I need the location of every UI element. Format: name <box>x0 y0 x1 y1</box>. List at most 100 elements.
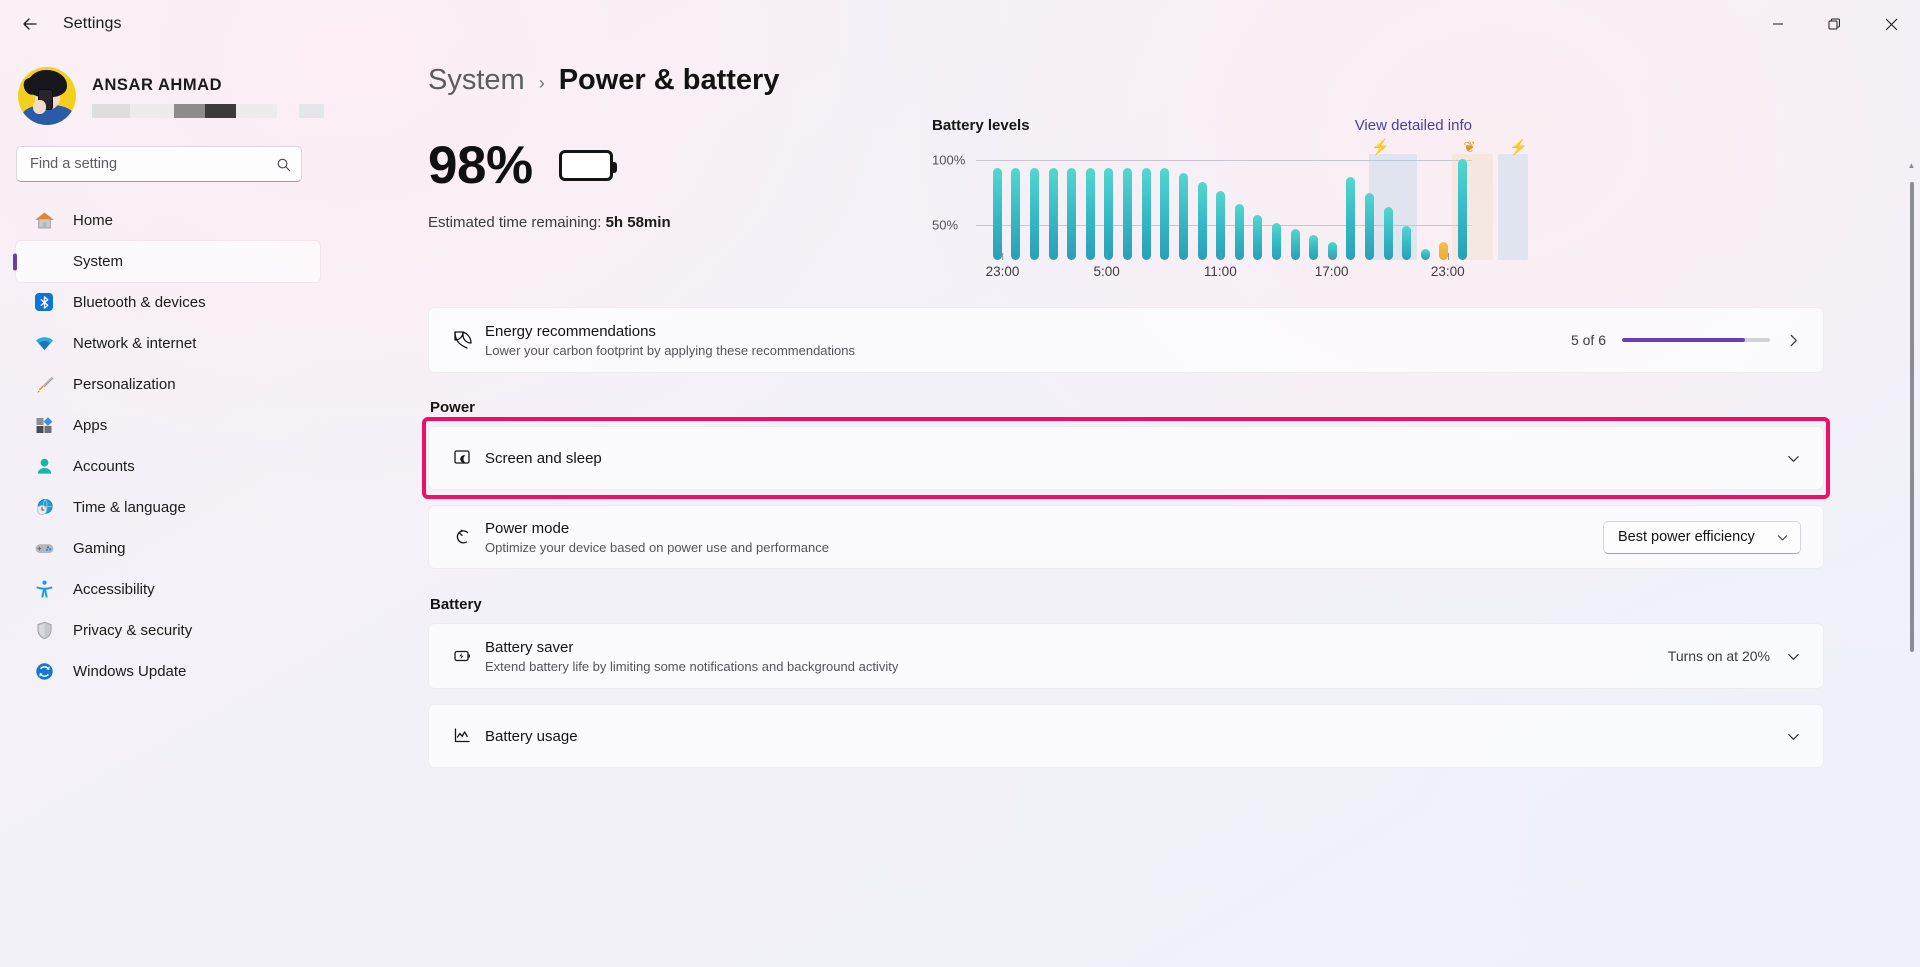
sidebar-item-personalization[interactable]: Personalization <box>16 364 320 405</box>
chart-bar <box>1100 148 1119 260</box>
profile-email-redacted <box>92 103 324 118</box>
x-tick-label: 11:00 <box>1203 253 1237 279</box>
energy-recommendations-card[interactable]: Energy recommendations Lower your carbon… <box>428 307 1824 373</box>
power-mode-dropdown[interactable]: Best power efficiency <box>1603 520 1801 554</box>
bluetooth-icon <box>34 292 55 313</box>
main-content: System › Power & battery 98% Estimated t… <box>332 48 1920 967</box>
battery-hero: 98% Estimated time remaining: 5h 58min B… <box>332 97 1920 295</box>
chevron-down-icon[interactable] <box>1786 729 1801 744</box>
settings-window: Settings ANSAR AHMAD Find a setting Home… <box>0 0 1920 967</box>
battery-saver-icon <box>451 644 485 668</box>
chart-bar <box>1435 148 1454 260</box>
minimize-icon <box>1772 23 1783 25</box>
sidebar-item-bluetooth-devices[interactable]: Bluetooth & devices <box>16 282 320 323</box>
chart-x-axis: 23:00 5:00 11:00 17:00 23:00 <box>985 253 1472 288</box>
recommendations-count: 5 of 6 <box>1570 332 1606 348</box>
x-tick-label: 23:00 <box>985 253 1020 279</box>
system-icon <box>34 251 55 272</box>
chart-band-charging <box>1498 154 1528 260</box>
power-mode-row[interactable]: Power mode Optimize your device based on… <box>428 505 1824 569</box>
chart-bar <box>1323 148 1342 260</box>
profile-name: ANSAR AHMAD <box>92 75 223 94</box>
scrollbar-track[interactable]: ▲ <box>1907 158 1916 958</box>
chart-bar <box>1453 148 1472 260</box>
sidebar-item-accessibility[interactable]: Accessibility <box>16 569 320 610</box>
sidebar-item-label: Time & language <box>73 499 186 516</box>
sidebar-item-gaming[interactable]: Gaming <box>16 528 320 569</box>
sidebar-item-network-internet[interactable]: Network & internet <box>16 323 320 364</box>
chart-bar <box>1379 148 1398 260</box>
card-title: Energy recommendations <box>485 322 656 340</box>
apps-icon <box>34 415 55 436</box>
sidebar: ANSAR AHMAD Find a setting Home System B… <box>0 48 332 967</box>
close-icon <box>1885 18 1898 30</box>
battery-levels-chart: Battery levels View detailed info 100% 5… <box>932 117 1528 279</box>
card-title: Screen and sleep <box>485 449 602 467</box>
window-controls <box>1749 0 1920 48</box>
estimate-value: 5h 58min <box>605 214 671 231</box>
app-title: Settings <box>63 15 122 32</box>
card-subtitle: Extend battery life by limiting some not… <box>485 658 899 674</box>
chart-bar <box>1304 148 1323 260</box>
x-tick-label: 5:00 <box>1093 253 1120 279</box>
sidebar-item-label: Accounts <box>73 458 135 475</box>
chevron-right-icon[interactable] <box>1786 333 1801 348</box>
search-input[interactable] <box>30 156 276 172</box>
screen-sleep-icon <box>451 446 485 470</box>
chart-bar <box>988 148 1007 260</box>
sidebar-item-accounts[interactable]: Accounts <box>16 446 320 487</box>
chart-bar <box>1286 148 1305 260</box>
battery-saver-row[interactable]: Battery saver Extend battery life by lim… <box>428 623 1824 689</box>
battery-full-icon <box>558 150 617 181</box>
sidebar-item-system[interactable]: System <box>16 241 320 282</box>
chart-bar <box>1062 148 1081 260</box>
close-button[interactable] <box>1863 0 1920 48</box>
sidebar-item-label: Apps <box>73 417 108 434</box>
scrollbar-thumb[interactable] <box>1909 182 1914 652</box>
estimate-label: Estimated time remaining: <box>428 214 602 231</box>
sidebar-item-label: Accessibility <box>73 581 155 598</box>
battery-saver-value: Turns on at 20% <box>1667 648 1770 664</box>
chart-bar <box>1193 148 1212 260</box>
search-box[interactable] <box>16 146 302 182</box>
sidebar-item-privacy-security[interactable]: Privacy & security <box>16 610 320 651</box>
chart-title: Battery levels <box>932 117 1030 134</box>
y-tick-100: 100% <box>932 152 966 168</box>
screen-and-sleep-row[interactable]: Screen and sleep <box>428 426 1824 490</box>
chart-bar <box>1081 148 1100 260</box>
power-mode-icon <box>451 525 485 549</box>
network-icon <box>34 333 55 354</box>
x-tick-label: 23:00 <box>1430 253 1465 279</box>
chart-bar <box>1267 148 1286 260</box>
sidebar-item-apps[interactable]: Apps <box>16 405 320 446</box>
chart-bar <box>1211 148 1230 260</box>
breadcrumb-separator: › <box>538 73 545 93</box>
chart-bar <box>1155 148 1174 260</box>
card-title: Battery saver <box>485 638 574 656</box>
battery-usage-row[interactable]: Battery usage <box>428 704 1824 768</box>
view-detailed-info-link[interactable]: View detailed info <box>1355 117 1472 134</box>
scrollbar[interactable]: ▲ <box>1907 158 1916 958</box>
paintbrush-icon <box>34 374 55 395</box>
chevron-down-icon[interactable] <box>1786 649 1801 664</box>
chart-bar <box>1025 148 1044 260</box>
breadcrumb-parent[interactable]: System <box>428 64 525 97</box>
leaf-shield-icon <box>451 328 485 352</box>
sidebar-item-label: Home <box>73 212 114 229</box>
back-button[interactable] <box>10 7 50 41</box>
scroll-up-arrow-icon[interactable]: ▲ <box>1907 158 1916 172</box>
leaf-icon: ❦ <box>1463 139 1476 156</box>
chevron-down-icon <box>1777 534 1788 540</box>
maximize-button[interactable] <box>1806 0 1863 48</box>
power-mode-value: Best power efficiency <box>1618 529 1755 545</box>
sidebar-item-time-language[interactable]: Time & language <box>16 487 320 528</box>
profile-section[interactable]: ANSAR AHMAD <box>0 48 332 130</box>
chart-bar <box>1416 148 1435 260</box>
sidebar-item-windows-update[interactable]: Windows Update <box>16 651 320 692</box>
chevron-down-icon[interactable] <box>1786 451 1801 466</box>
sidebar-item-home[interactable]: Home <box>16 200 320 241</box>
charging-bolt-icon: ⚡ <box>1509 139 1528 156</box>
breadcrumb: System › Power & battery <box>332 48 1920 97</box>
chart-bar <box>1044 148 1063 260</box>
minimize-button[interactable] <box>1749 0 1806 48</box>
